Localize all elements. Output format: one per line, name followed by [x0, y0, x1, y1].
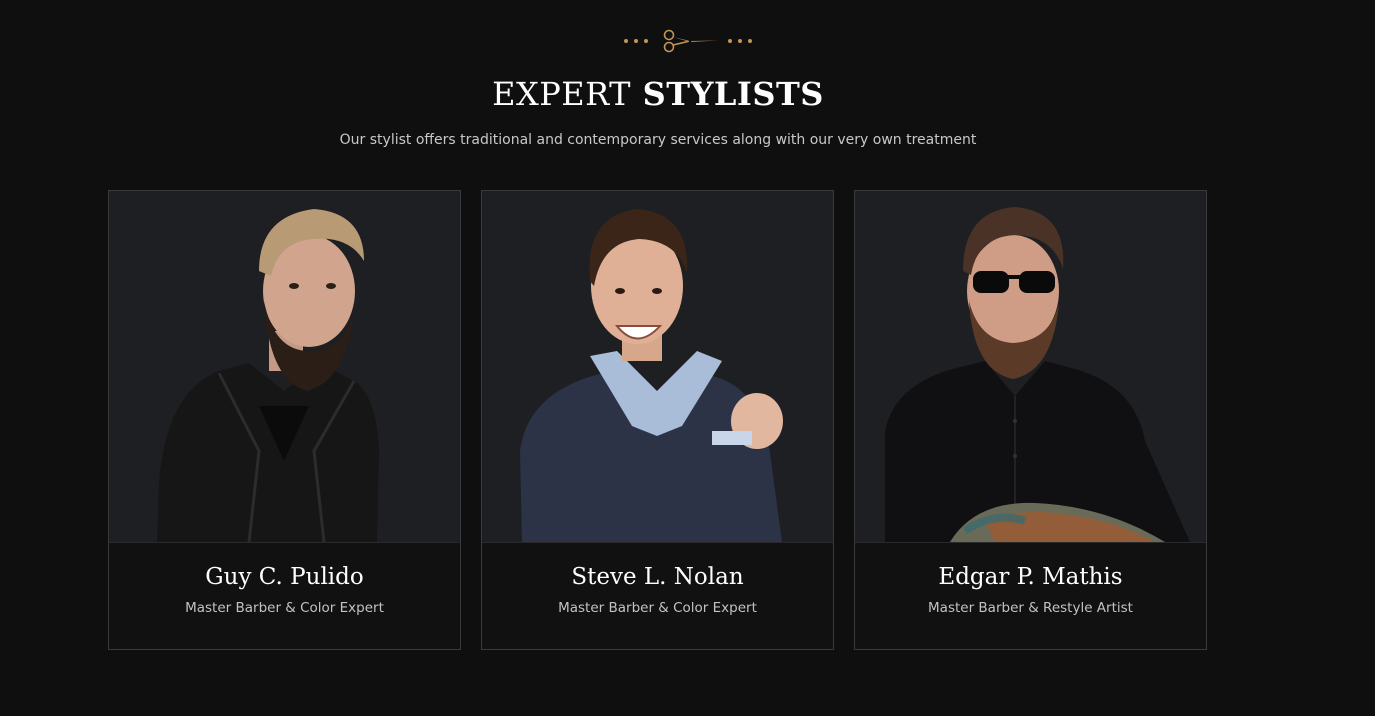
stylist-name[interactable]: Steve L. Nolan — [482, 561, 833, 593]
stylist-role: Master Barber & Color Expert — [185, 600, 384, 616]
stylist-role: Master Barber & Color Expert — [558, 600, 757, 616]
section-title: EXPERT STYLISTS — [0, 72, 1316, 116]
stylist-photo — [109, 191, 460, 542]
ornament-dots-left — [623, 39, 648, 43]
stylist-info: Edgar P. Mathis Master Barber & Restyle … — [855, 542, 1206, 649]
stylist-info: Steve L. Nolan Master Barber & Color Exp… — [482, 542, 833, 649]
stylist-name[interactable]: Guy C. Pulido — [109, 561, 460, 593]
stylist-cards: Guy C. Pulido Master Barber & Color Expe… — [108, 190, 1207, 650]
ornament-dots-right — [727, 39, 752, 43]
section-subtitle: Our stylist offers traditional and conte… — [339, 132, 977, 148]
stylist-name[interactable]: Edgar P. Mathis — [855, 561, 1206, 593]
title-bold-part: STYLISTS — [642, 75, 824, 113]
title-light-part: EXPERT — [492, 75, 631, 113]
scissors-icon — [663, 29, 718, 53]
stylist-photo — [855, 191, 1206, 542]
stylist-photo — [482, 191, 833, 542]
stylist-card[interactable]: Guy C. Pulido Master Barber & Color Expe… — [108, 190, 461, 650]
stylist-role: Master Barber & Restyle Artist — [928, 600, 1133, 616]
stylist-card[interactable]: Edgar P. Mathis Master Barber & Restyle … — [854, 190, 1207, 650]
stylist-card[interactable]: Steve L. Nolan Master Barber & Color Exp… — [481, 190, 834, 650]
stylist-info: Guy C. Pulido Master Barber & Color Expe… — [109, 542, 460, 649]
section-ornament — [0, 28, 1375, 54]
